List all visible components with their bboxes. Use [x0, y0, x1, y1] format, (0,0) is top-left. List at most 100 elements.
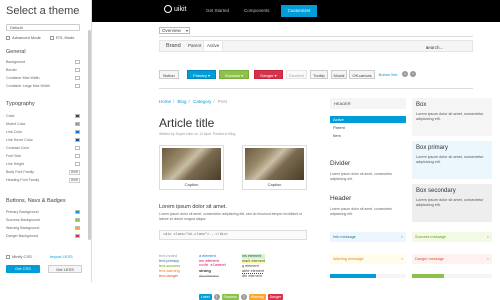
minify-css-checkbox[interactable]: Minify CSS [6, 254, 32, 259]
button-tooltip[interactable]: Tooltip [310, 70, 328, 79]
import-less-link[interactable]: Import LESS [50, 254, 73, 259]
get-less-button[interactable]: Get LESS [48, 265, 82, 273]
panel-box-secondary: Box secondary Lorem ipsum dolor sit amet,… [412, 184, 492, 222]
row-link-color[interactable]: Link Color [6, 129, 80, 135]
value-field[interactable] [75, 84, 80, 88]
button-danger[interactable]: Danger ▾ [254, 70, 283, 79]
row-warning-background[interactable]: Warning Background [6, 225, 80, 231]
thumbnail[interactable]: Caption [242, 145, 307, 190]
breadcrumb-blog[interactable]: Blog [178, 99, 187, 104]
paragraph: Lorem ipsum dolor sit amet, consectetur … [159, 212, 303, 221]
color-swatch[interactable] [75, 60, 80, 64]
close-icon[interactable]: × [401, 232, 403, 242]
article-title: Article title [159, 116, 215, 130]
overview-select[interactable]: Overview [159, 27, 190, 34]
header-text: Lorem ipsum dolor sit amet, consectetur … [330, 207, 393, 216]
navbar-brand[interactable]: Brand [166, 41, 181, 51]
close-icon[interactable]: × [487, 254, 489, 264]
rtl-mode-checkbox[interactable]: RTL Mode [50, 35, 74, 40]
color-swatch[interactable] [75, 146, 80, 150]
navbar-parent[interactable]: Parent [188, 41, 201, 51]
row-background[interactable]: Background [6, 59, 80, 65]
cat-image [162, 148, 221, 180]
labels-row: Label 1 Success 2 Warning Danger [199, 294, 284, 300]
color-swatch[interactable] [75, 226, 80, 230]
badge-add-icon[interactable]: + [410, 71, 416, 77]
button-success[interactable]: Success ▾ [219, 70, 249, 79]
nav-get-started[interactable]: Get Started [206, 8, 229, 13]
button-off-canvas[interactable]: Off-canvas [349, 70, 375, 79]
close-icon[interactable]: × [401, 254, 403, 264]
color-swatch[interactable] [75, 234, 80, 238]
section-general: General [6, 49, 26, 55]
row-color[interactable]: Color [6, 113, 80, 119]
button-disabled: Disabled [286, 70, 307, 79]
row-primary-background[interactable]: Primary Background [6, 209, 80, 215]
font-select[interactable]: Arial [68, 177, 80, 183]
thumbnail[interactable]: Caption [159, 145, 224, 190]
row-border[interactable]: Border [6, 67, 80, 73]
advanced-mode-checkbox[interactable]: Advanced Mode [6, 35, 41, 40]
breadcrumb-category[interactable]: Category [193, 99, 211, 104]
label-warning: Warning [248, 294, 266, 300]
row-success-background[interactable]: Success Background [6, 217, 80, 223]
progress-bar [412, 274, 492, 278]
button-link[interactable]: Button link [377, 70, 399, 79]
close-icon[interactable]: × [487, 232, 489, 242]
color-swatch[interactable] [75, 68, 80, 72]
breadcrumb-current: Post [217, 99, 227, 104]
sidebar-scrollbar[interactable] [88, 30, 91, 240]
text-styles-col2: a element em element code element strong… [199, 254, 227, 278]
subnav-item[interactable]: Item [330, 132, 406, 139]
font-select[interactable]: Arial [68, 169, 80, 175]
color-swatch[interactable] [75, 138, 80, 142]
row-heading-font-family[interactable]: Heading Font Family Arial [6, 177, 80, 183]
subnav-header: HEADER [334, 101, 351, 106]
progress-bar [330, 274, 406, 278]
color-swatch[interactable] [75, 114, 80, 118]
color-swatch[interactable] [75, 210, 80, 214]
breadcrumb: Home / Blog / Category / Post [159, 99, 227, 104]
button-default[interactable]: Button [159, 70, 179, 79]
subnav-item-active[interactable]: Active [330, 116, 406, 123]
alert-danger: Danger message × [412, 254, 492, 264]
label-danger: Danger [267, 294, 284, 300]
navbar-search[interactable]: ⌕ search... [426, 43, 466, 50]
color-swatch[interactable] [75, 218, 80, 222]
color-swatch[interactable] [75, 122, 80, 126]
text-styles-col3: ins element mark element q element abbr … [242, 254, 266, 278]
top-navbar: uikit Get Started Components Customizer [92, 0, 500, 22]
row-link-hover-color[interactable]: Link Hover Color [6, 137, 80, 143]
code-block: <div class="uk-class">...</div> [159, 230, 307, 240]
row-muted-color[interactable]: Muted Color [6, 121, 80, 127]
subnav-item-parent[interactable]: Parent [330, 124, 406, 131]
row-danger-background[interactable]: Danger Background [6, 233, 80, 239]
value-field[interactable] [75, 162, 80, 166]
panel-box-primary: Box primary Lorem ipsum dolor sit amet, c… [412, 141, 492, 179]
section-buttons: Buttons, Navs & Badges [6, 198, 66, 204]
row-container-max-width[interactable]: Container Max Width [6, 75, 80, 81]
divider-heading: Divider [330, 160, 351, 167]
alert-info: Info message × [330, 232, 406, 242]
nav-components[interactable]: Components [244, 8, 270, 13]
badge: 1 [213, 294, 220, 300]
label-primary: Label [199, 294, 212, 300]
value-field[interactable] [75, 154, 80, 158]
value-field[interactable] [75, 76, 80, 80]
preview-navbar: Brand Parent Active ⌕ search... [159, 40, 473, 52]
row-body-font-family[interactable]: Body Font Family Arial [6, 169, 80, 175]
get-css-button[interactable]: Get CSS [6, 265, 40, 273]
row-container-large-max-width[interactable]: Container Large Max Width [6, 83, 80, 89]
navbar-active[interactable]: Active [203, 41, 224, 51]
uikit-logo[interactable]: uikit [164, 5, 186, 13]
row-line-height[interactable]: Line Height [6, 161, 80, 167]
color-swatch[interactable] [75, 130, 80, 134]
row-font-size[interactable]: Font Size [6, 153, 80, 159]
theme-select[interactable]: Default [6, 24, 80, 31]
breadcrumb-home[interactable]: Home [159, 99, 171, 104]
row-contrast-color[interactable]: Contrast Color [6, 145, 80, 151]
badge-close-icon[interactable]: × [402, 71, 408, 77]
nav-customizer[interactable]: Customizer [281, 5, 317, 17]
button-primary[interactable]: Primary ▾ [187, 70, 216, 79]
button-modal[interactable]: Modal [331, 70, 347, 79]
